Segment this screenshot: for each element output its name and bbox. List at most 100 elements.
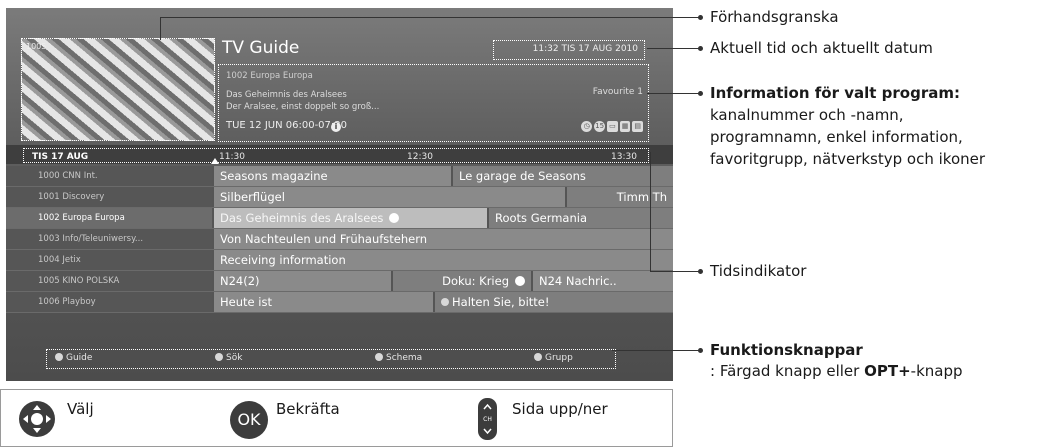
program-cell[interactable]: N24(2): [212, 271, 391, 291]
annotation-time-indicator: Tidsindikator: [710, 262, 807, 280]
yellow-dot-icon: [375, 352, 383, 361]
annotation-preview: Förhandsgranska: [710, 8, 839, 26]
guide-date: TIS 17 AUG: [32, 152, 89, 162]
program-cell[interactable]: Halten Sie, bitte!: [433, 292, 673, 312]
info-time: TUE 12 JUN 06:00-07:30: [226, 120, 348, 131]
program-title: Das Geheimnis des Aralsees: [220, 211, 384, 225]
program-cell[interactable]: Heute ist: [212, 292, 433, 312]
program-cell[interactable]: Von Nachteulen und Frühaufstehern: [212, 229, 673, 249]
time-leader-vertical: [650, 152, 651, 272]
lock-icon: ▤: [632, 121, 643, 132]
channel-row-selected: 1002 Europa Europa Das Geheimnis des Ara…: [6, 208, 673, 229]
info-leader-dot: [698, 91, 703, 96]
green-dot-icon: [215, 352, 223, 361]
guide-key[interactable]: Guide: [55, 352, 92, 363]
tv-guide-screen: 1005 TV Guide 11:32 TIS 17 AUG 2010 1002…: [6, 8, 673, 381]
reminder-clock-icon: [389, 212, 400, 223]
program-cell[interactable]: Silberflügel: [212, 187, 565, 207]
program-cell[interactable]: Roots Germania: [487, 208, 673, 228]
search-key[interactable]: Sök: [215, 352, 243, 363]
preview-leader-vertical: [160, 17, 161, 40]
fkeys-leader-dot: [698, 348, 703, 353]
annotation-info-line: programnamn, enkel information,: [710, 128, 963, 146]
network-icon: ▭: [607, 121, 618, 132]
time-slot-2: 12:30: [407, 152, 433, 162]
channel-row: 1004 Jetix Receiving information: [6, 250, 673, 271]
ch-label: CH: [483, 416, 492, 423]
group-key[interactable]: Grupp: [534, 352, 573, 363]
legend-confirm: Bekräfta: [276, 400, 340, 418]
program-cell[interactable]: N24 Nachric..: [531, 271, 673, 291]
info-channel: 1002 Europa Europa: [226, 71, 313, 81]
age-15-icon: 15: [594, 121, 606, 132]
program-cell[interactable]: Doku: Krieg: [391, 271, 531, 291]
schedule-key[interactable]: Schema: [375, 352, 423, 363]
info-leader: [647, 93, 700, 94]
fkeys-leader: [612, 350, 700, 351]
channel-row: 1001 Discovery Silberflügel Timm Th: [6, 187, 673, 208]
time-leader-dot: [698, 269, 703, 274]
channel-name[interactable]: 1000 CNN Int.: [6, 166, 212, 186]
channel-name[interactable]: 1006 Playboy: [6, 292, 212, 312]
clock-box: 11:32 TIS 17 AUG 2010: [493, 40, 645, 60]
annotation-fkeys-title: Funktionsknappar: [710, 341, 863, 359]
annotation-fkeys-opt: OPT+: [864, 362, 911, 380]
preview-window: 1005: [21, 38, 215, 141]
info-description: Der Aralsee, einst doppelt so groß...: [226, 102, 380, 112]
channel-row: 1006 Playboy Heute ist Halten Sie, bitte…: [6, 292, 673, 313]
hd-icon: ▦: [619, 121, 631, 132]
time-indicator: TIS 17 AUG 11:30 12:30 13:30: [23, 148, 649, 163]
annotation-fkeys-suffix: -knapp: [910, 362, 963, 380]
annotation-fkeys-prefix: : Färgad knapp eller: [710, 362, 865, 380]
channel-name[interactable]: 1005 KINO POLSKA: [6, 271, 212, 291]
reminder-clock-icon: [515, 275, 525, 286]
preview-leader-dot: [698, 15, 703, 20]
schedule-key-label: Schema: [386, 353, 423, 363]
program-icons: ◷ 15 ▭ ▦ ▤: [581, 121, 643, 132]
legend-page: Sida upp/ner: [512, 400, 608, 418]
time-slot-3: 13:30: [611, 152, 637, 162]
program-cell[interactable]: Timm Th: [565, 187, 673, 207]
annotation-clock: Aktuell tid och aktuellt datum: [710, 39, 933, 57]
preview-channel-number: 1005: [26, 42, 47, 51]
record-dot-icon: [441, 297, 449, 306]
function-keys-bar: Guide Sök Schema Grupp: [46, 349, 616, 369]
program-grid: 1000 CNN Int. Seasons magazine Le garage…: [6, 166, 673, 313]
program-cell[interactable]: Receiving information: [212, 250, 673, 270]
info-program-name: Das Geheimnis des Aralsees: [226, 90, 347, 100]
info-icon: i: [331, 122, 341, 132]
channel-row: 1005 KINO POLSKA N24(2) Doku: Krieg N24 …: [6, 271, 673, 292]
annotation-info-line: favoritgrupp, nätverkstyp och ikoner: [710, 150, 986, 168]
red-dot-icon: [55, 352, 63, 361]
channel-name[interactable]: 1001 Discovery: [6, 187, 212, 207]
preview-leader: [160, 17, 700, 18]
program-info-panel: 1002 Europa Europa Das Geheimnis des Ara…: [218, 64, 649, 142]
time-leader: [650, 271, 700, 272]
clock-leader-dot: [698, 46, 703, 51]
channel-name[interactable]: 1002 Europa Europa: [6, 208, 212, 228]
legend-select: Välj: [67, 400, 94, 418]
channel-row: 1000 CNN Int. Seasons magazine Le garage…: [6, 166, 673, 187]
search-key-label: Sök: [226, 353, 243, 363]
ok-button-icon: OK: [230, 401, 268, 439]
program-cell[interactable]: Le garage de Seasons: [451, 166, 673, 186]
clock-leader: [647, 48, 700, 49]
program-title: Halten Sie, bitte!: [452, 295, 550, 309]
program-cell-selected[interactable]: Das Geheimnis des Aralsees: [212, 208, 487, 228]
channel-name[interactable]: 1004 Jetix: [6, 250, 212, 270]
program-title: Doku: Krieg: [442, 274, 509, 288]
annotation-info-title: Information för valt program:: [710, 84, 960, 102]
channel-name[interactable]: 1003 Info/Teleuniwersy...: [6, 229, 212, 249]
annotation-fkeys-sub: : Färgad knapp eller OPT+-knapp: [710, 362, 963, 380]
group-key-label: Grupp: [545, 353, 573, 363]
favourite-group: Favourite 1: [592, 87, 643, 97]
blue-dot-icon: [534, 352, 542, 361]
page-title: TV Guide: [222, 38, 300, 58]
channel-up-down-icon: CH: [478, 398, 497, 440]
navigation-pad-icon: [19, 401, 55, 437]
current-time-date: 11:32 TIS 17 AUG 2010: [532, 44, 638, 54]
clock-icon: ◷: [581, 121, 593, 132]
current-time-marker: [211, 158, 219, 164]
program-cell[interactable]: Seasons magazine: [212, 166, 451, 186]
channel-row: 1003 Info/Teleuniwersy... Von Nachteulen…: [6, 229, 673, 250]
